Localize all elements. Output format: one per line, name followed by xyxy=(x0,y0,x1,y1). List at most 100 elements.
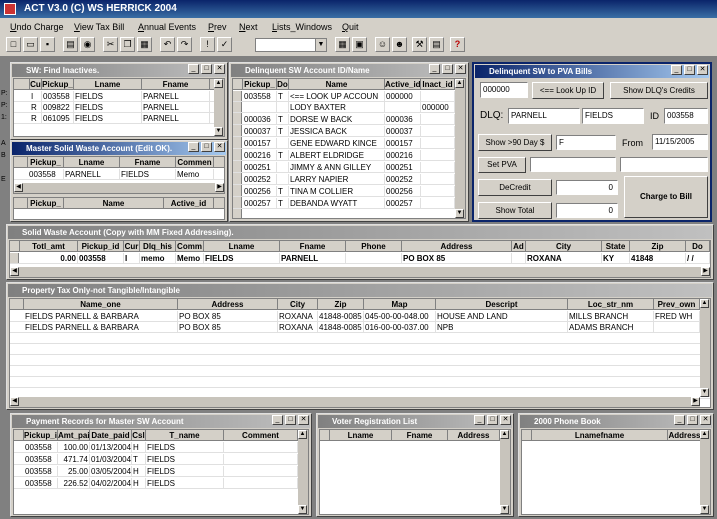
menu-prev[interactable]: Prev xyxy=(208,22,227,32)
decredit-button[interactable]: DeCredit xyxy=(478,179,552,196)
menu-annual-events[interactable]: Annual Events xyxy=(138,22,196,32)
vertical-scrollbar[interactable]: ▲ ▼ xyxy=(700,430,710,514)
close-icon[interactable]: ✕ xyxy=(697,65,708,75)
cut-icon[interactable]: ✂ xyxy=(103,37,118,52)
col-comment[interactable]: Commen xyxy=(176,157,214,168)
pva-field-2[interactable] xyxy=(620,157,708,172)
new-icon[interactable]: □ xyxy=(6,37,21,52)
col-lname[interactable]: Lname xyxy=(204,241,280,252)
table-row[interactable]: 003558 PARNELL FIELDS Memo xyxy=(14,169,224,180)
preview-icon[interactable]: ◉ xyxy=(80,37,95,52)
menu-view-tax-bill[interactable]: View Tax Bill xyxy=(74,22,124,32)
col-fname[interactable]: Fname xyxy=(280,241,346,252)
col-name[interactable]: Name xyxy=(64,198,164,209)
col-address[interactable]: Address xyxy=(668,430,702,441)
vertical-scrollbar[interactable]: ▲ ▼ xyxy=(214,79,224,136)
col-prev-own[interactable]: Prev_own xyxy=(654,299,700,310)
close-icon[interactable]: ✕ xyxy=(298,415,309,425)
col-fname[interactable]: Fname xyxy=(120,157,176,168)
maximize-icon[interactable]: □ xyxy=(201,142,212,152)
col-phone[interactable]: Phone xyxy=(346,241,402,252)
col-do[interactable]: Do xyxy=(277,79,289,90)
table-row[interactable]: I 003558 FIELDS PARNELL xyxy=(14,91,224,102)
col-lname[interactable]: Lname xyxy=(330,430,392,441)
table-row[interactable]: 003558 471.74 01/03/2004 T FIELDS xyxy=(14,454,308,465)
minimize-icon[interactable]: _ xyxy=(474,415,485,425)
col-pickup[interactable]: Pickup_ xyxy=(42,79,74,90)
col-active-id[interactable]: Active_id xyxy=(385,79,421,90)
minimize-icon[interactable]: _ xyxy=(188,64,199,74)
people2-icon[interactable]: ☻ xyxy=(392,37,407,52)
redo-icon[interactable]: ↷ xyxy=(177,37,192,52)
close-icon[interactable]: ✕ xyxy=(500,415,511,425)
save-icon[interactable]: ▪ xyxy=(40,37,55,52)
maximize-icon[interactable]: □ xyxy=(201,64,212,74)
table-row[interactable]: 003558 25.00 03/05/2004 H FIELDS xyxy=(14,466,308,477)
table-row[interactable]: 000251 JIMMY & ANN GILLEY 000251 xyxy=(233,162,465,173)
horizontal-scrollbar[interactable]: ◀ ▶ xyxy=(14,183,224,193)
menu-lists-windows[interactable]: Lists_Windows xyxy=(272,22,332,32)
copy-icon[interactable]: ❐ xyxy=(120,37,135,52)
col-loc-str-nm[interactable]: Loc_str_nm xyxy=(568,299,654,310)
minimize-icon[interactable]: _ xyxy=(671,65,682,75)
report-icon[interactable]: ▤ xyxy=(429,37,444,52)
close-icon[interactable]: ✕ xyxy=(700,415,711,425)
col-descript[interactable]: Descript xyxy=(436,299,568,310)
table-row[interactable]: R 009822 FIELDS PARNELL xyxy=(14,102,224,113)
paste-icon[interactable]: ▦ xyxy=(137,37,152,52)
table-row[interactable]: 000257 T DEBANDA WYATT 000257 xyxy=(233,198,465,209)
menu-undo-charge[interactable]: Undo Charge xyxy=(10,22,64,32)
col-address[interactable]: Address xyxy=(448,430,500,441)
menu-next[interactable]: Next xyxy=(239,22,258,32)
table-row[interactable]: 000256 T TINA M COLLIER 000256 xyxy=(233,186,465,197)
col-comm[interactable]: Comm xyxy=(176,241,204,252)
from-date-field[interactable]: 11/15/2005 xyxy=(652,134,708,150)
table-row[interactable]: 000037 T JESSICA BACK 000037 xyxy=(233,126,465,137)
menu-quit[interactable]: Quit xyxy=(342,22,359,32)
col-pickup[interactable]: Pickup_ xyxy=(28,157,64,168)
col-city[interactable]: City xyxy=(526,241,602,252)
col-state[interactable]: State xyxy=(602,241,630,252)
charge-to-bill-button[interactable]: Charge to Bill xyxy=(624,176,708,218)
minimize-icon[interactable]: _ xyxy=(674,415,685,425)
col-pickup-id[interactable]: Pickup_id xyxy=(78,241,124,252)
col-pickup[interactable]: Pickup_ xyxy=(28,198,64,209)
show-total-button[interactable]: Show Total xyxy=(478,202,552,219)
dlq-fname-field[interactable]: FIELDS xyxy=(582,108,644,124)
table-row[interactable]: 003558 226.52 04/02/2004 H FIELDS xyxy=(14,478,308,489)
horizontal-scrollbar[interactable]: ◀ ▶ xyxy=(10,397,700,407)
col-inact-id[interactable]: Inact_id xyxy=(421,79,455,90)
col-name-one[interactable]: Name_one xyxy=(24,299,178,310)
lookup-id-button[interactable]: <== Look Up ID xyxy=(532,82,604,99)
col-lname[interactable]: Lname xyxy=(74,79,142,90)
show-90-day-field[interactable]: F xyxy=(556,135,616,150)
col-address[interactable]: Address xyxy=(178,299,278,310)
table-row[interactable]: 000216 T ALBERT ELDRIDGE 000216 xyxy=(233,150,465,161)
vertical-scrollbar[interactable]: ▲ ▼ xyxy=(455,79,465,218)
close-icon[interactable]: ✕ xyxy=(214,142,225,152)
col-cur[interactable]: Cur xyxy=(124,241,140,252)
horizontal-scrollbar[interactable]: ◀ ▶ xyxy=(10,267,710,277)
col-comment[interactable]: Comment xyxy=(224,430,298,441)
col-fname[interactable]: Fname xyxy=(392,430,448,441)
vertical-scrollbar[interactable]: ▲ ▼ xyxy=(500,430,510,514)
lookup-id-input[interactable]: 000000 xyxy=(480,82,528,98)
minimize-icon[interactable]: _ xyxy=(272,415,283,425)
col-city[interactable]: City xyxy=(278,299,318,310)
col-address[interactable]: Address xyxy=(402,241,512,252)
table-row[interactable]: 003558 T <== LOOK UP ACCOUN 000000 xyxy=(233,91,465,102)
show-total-field[interactable]: 0 xyxy=(556,203,618,218)
set-pva-button[interactable]: Set PVA xyxy=(478,157,526,173)
col-map[interactable]: Map xyxy=(364,299,436,310)
close-icon[interactable]: ✕ xyxy=(455,64,466,74)
maximize-icon[interactable]: □ xyxy=(442,64,453,74)
spell-icon[interactable]: ✓ xyxy=(217,37,232,52)
col-csl[interactable]: Csl xyxy=(132,430,146,441)
open-icon[interactable]: ▭ xyxy=(23,37,38,52)
help-icon[interactable]: ? xyxy=(450,37,465,52)
show-90-day-button[interactable]: Show >90 Day $ xyxy=(478,134,552,151)
vertical-scrollbar[interactable]: ▲ ▼ xyxy=(700,299,710,397)
col-amt-paid[interactable]: Amt_pai xyxy=(58,430,90,441)
toolbox-icon[interactable]: ⚒ xyxy=(412,37,427,52)
table-row[interactable]: R 061095 FIELDS PARNELL xyxy=(14,113,224,124)
